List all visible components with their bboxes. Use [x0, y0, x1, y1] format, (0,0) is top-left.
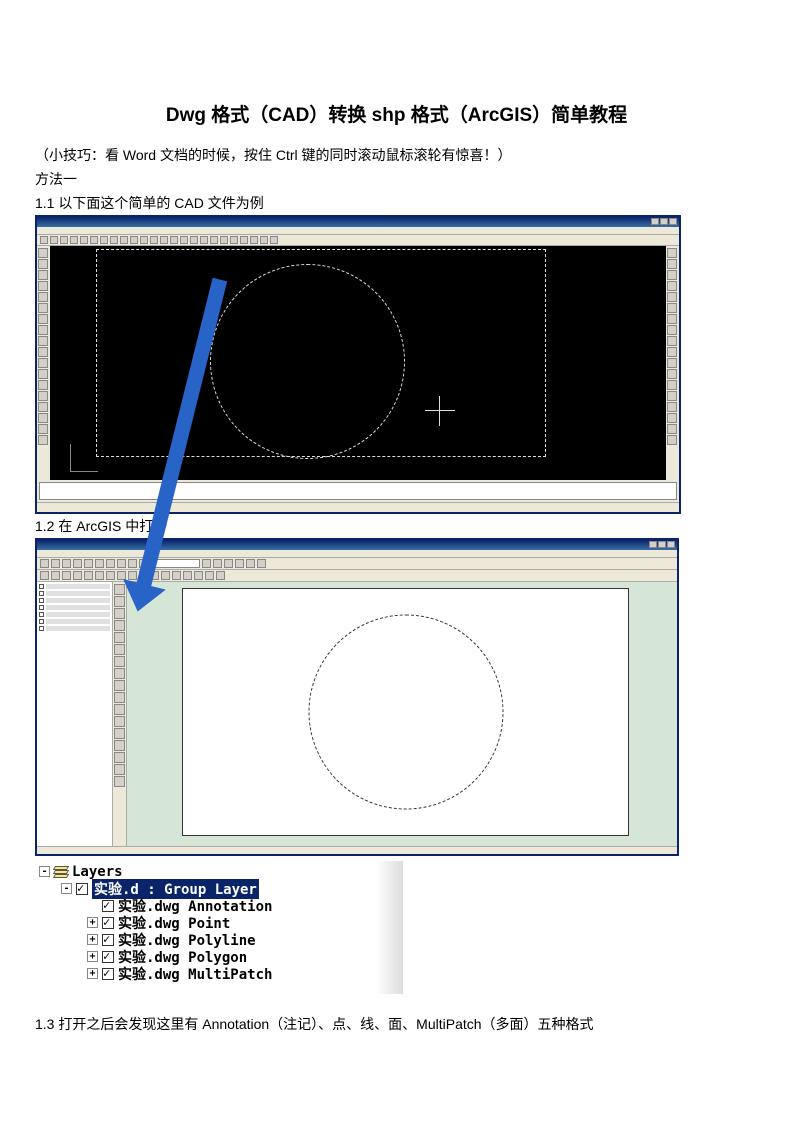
layer-row: + 实验.dwg Polyline [87, 931, 399, 948]
checkbox-icon [102, 951, 114, 963]
arcgis-body [37, 582, 677, 846]
panel-shadow [375, 861, 403, 994]
expand-icon: + [87, 934, 98, 945]
arcgis-page [182, 588, 629, 836]
cad-right-toolbar [666, 246, 679, 480]
step-1-2: 1.2 在 ArcGIS 中打开 [35, 516, 758, 536]
arcgis-menubar [37, 550, 677, 558]
cad-menubar [37, 227, 679, 235]
cad-canvas [50, 246, 666, 480]
layers-icon [54, 866, 69, 878]
collapse-icon: - [61, 883, 72, 894]
checkbox-icon [102, 934, 114, 946]
cad-statusbar [37, 502, 679, 512]
expand-icon: + [87, 951, 98, 962]
cad-bottom-panel [37, 480, 679, 512]
checkbox-icon [76, 883, 88, 895]
layers-root-label: Layers [72, 864, 123, 880]
arcgis-statusbar [37, 846, 677, 854]
arcgis-toolbar-2 [37, 570, 677, 582]
expand-icon: + [87, 917, 98, 928]
layer-row: + 实验.dwg Point [87, 914, 399, 931]
arcgis-canvas [127, 582, 677, 846]
arcgis-circle [308, 615, 503, 810]
layers-panel-screenshot: - Layers - 实验.d : Group Layer 实验.dwg Ann… [35, 861, 403, 994]
collapse-icon: - [39, 866, 50, 877]
method-label: 方法一 [35, 169, 758, 189]
cad-screenshot [35, 215, 681, 514]
checkbox-icon [102, 968, 114, 980]
cad-circle [210, 264, 405, 459]
figures-wrap: 1.2 在 ArcGIS 中打开 [35, 215, 758, 856]
layers-root-row: - Layers [39, 863, 399, 880]
arcgis-toolbar-1 [37, 558, 677, 570]
group-layer-row: - 实验.d : Group Layer [61, 880, 399, 897]
checkbox-icon [102, 900, 114, 912]
arcgis-titlebar [37, 540, 677, 550]
arcgis-toc-panel [37, 582, 113, 846]
expand-icon: + [87, 968, 98, 979]
cad-left-toolbar [37, 246, 50, 480]
step-1-3: 1.3 打开之后会发现这里有 Annotation（注记）、点、线、面、Mult… [35, 1014, 758, 1034]
window-controls [651, 218, 677, 226]
layer-label: 实验.dwg MultiPatch [118, 964, 272, 984]
layer-row: 实验.dwg Annotation [87, 897, 399, 914]
checkbox-icon [102, 917, 114, 929]
layer-row: + 实验.dwg Polygon [87, 948, 399, 965]
tip-text: （小技巧：看 Word 文档的时候，按住 Ctrl 键的同时滚动鼠标滚轮有惊喜！… [35, 145, 758, 165]
arcgis-vertical-toolbar [113, 582, 127, 846]
layer-row: + 实验.dwg MultiPatch [87, 965, 399, 982]
step-1-1: 1.1 以下面这个简单的 CAD 文件为例 [35, 193, 758, 213]
cad-crosshair-icon [425, 396, 455, 426]
page-title: Dwg 格式（CAD）转换 shp 格式（ArcGIS）简单教程 [35, 100, 758, 127]
cad-titlebar [37, 217, 679, 227]
cad-command-line [39, 482, 677, 500]
cad-toolbar [37, 235, 679, 246]
cad-ucs-icon [70, 442, 100, 472]
